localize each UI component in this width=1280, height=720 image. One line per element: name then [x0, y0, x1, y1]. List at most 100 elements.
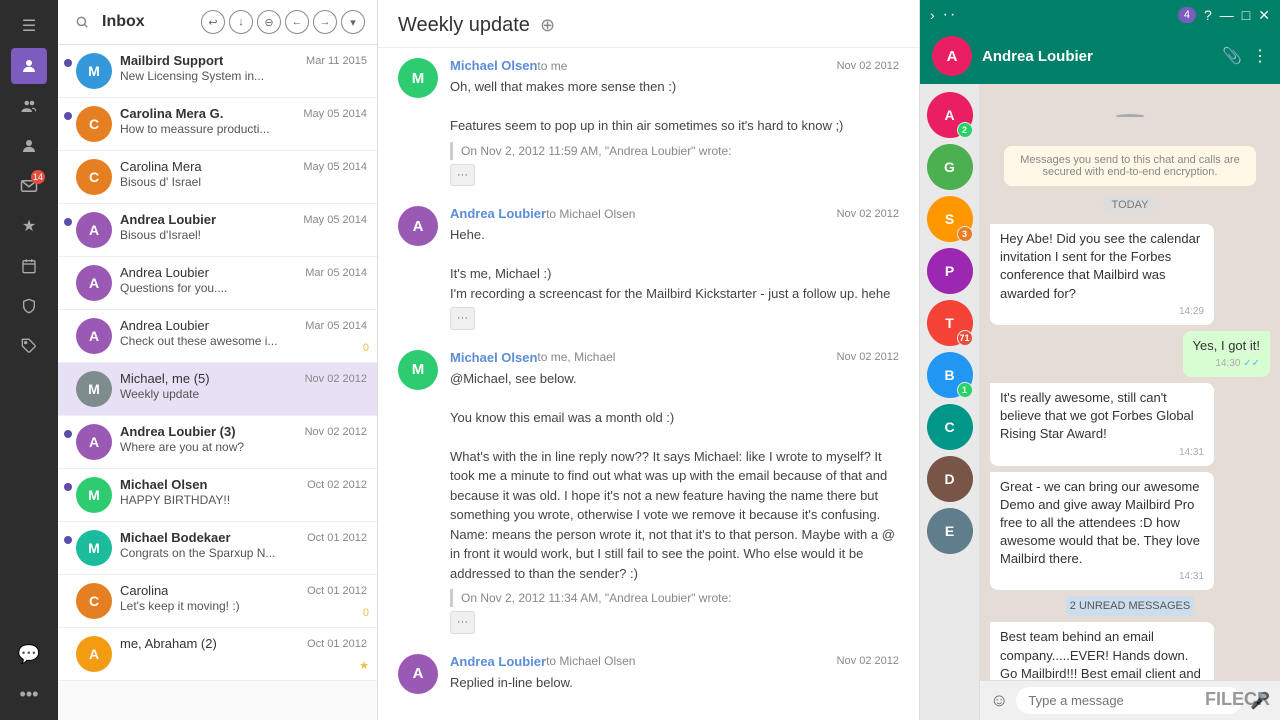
email-subject: HAPPY BIRTHDAY!! [120, 493, 367, 507]
loading-spinner [1114, 114, 1146, 120]
email-list-item[interactable]: A me, Abraham (2) Oct 01 2012 ★ [58, 628, 377, 681]
calendar-icon[interactable] [11, 248, 47, 284]
email-subject: Bisous d' Israel [120, 175, 367, 189]
email-content: Mailbird Support Mar 11 2015 New Licensi… [120, 53, 367, 83]
email-list: M Mailbird Support Mar 11 2015 New Licen… [58, 45, 377, 720]
unread-divider: 2 UNREAD MESSAGES [1066, 596, 1194, 616]
chat-maximize-button[interactable]: □ [1242, 7, 1250, 23]
chat-top-bar: › ·· 4 ? — □ ✕ [920, 0, 1280, 30]
email-list-item[interactable]: C Carolina Mera G. May 05 2014 How to me… [58, 98, 377, 151]
avatar: M [76, 477, 112, 513]
bubble-text: Yes, I got it! [1193, 337, 1260, 355]
email-list-item[interactable]: M Michael Olsen Oct 02 2012 HAPPY BIRTHD… [58, 469, 377, 522]
tag-icon[interactable] [11, 328, 47, 364]
contacts-icon[interactable] [11, 48, 47, 84]
email-date: Mar 05 2014 [305, 320, 367, 332]
email-sender: Michael Bodekaer [120, 530, 231, 545]
menu-icon[interactable]: ☰ [11, 8, 47, 44]
msg-sender-name: Andrea Loubier [450, 654, 546, 669]
emoji-button[interactable]: ☺ [990, 690, 1008, 711]
chat-options-button[interactable]: ·· [943, 6, 958, 24]
dropdown-icon[interactable]: ▾ [341, 10, 365, 34]
email-list-panel: Inbox ↩ ↓ ⊖ ← → ▾ M Mailbird Support Mar… [58, 0, 378, 720]
email-sender: Andrea Loubier [120, 265, 209, 280]
more-icon[interactable]: ••• [11, 676, 47, 712]
email-list-item[interactable]: C Carolina Oct 01 2012 Let's keep it mov… [58, 575, 377, 628]
unread-dot [64, 218, 72, 226]
email-date: Mar 11 2015 [306, 55, 367, 67]
chat-contact-item[interactable]: A2 [927, 92, 973, 138]
date-divider: TODAY [1102, 196, 1159, 214]
email-list-item[interactable]: A Andrea Loubier Mar 05 2014 Questions f… [58, 257, 377, 310]
email-date: Oct 02 2012 [307, 479, 367, 491]
email-list-item[interactable]: C Carolina Mera May 05 2014 Bisous d' Is… [58, 151, 377, 204]
expand-button[interactable]: ··· [450, 164, 475, 187]
flag-indicator: 0 [363, 607, 369, 619]
groups-icon[interactable] [11, 88, 47, 124]
bubble-text: Hey Abe! Did you see the calendar invita… [1000, 230, 1204, 303]
email-list-header: Inbox ↩ ↓ ⊖ ← → ▾ [58, 0, 377, 45]
msg-avatar: A [398, 206, 438, 246]
email-list-item[interactable]: M Michael Bodekaer Oct 01 2012 Congrats … [58, 522, 377, 575]
msg-to: to me, Michael [537, 350, 615, 364]
unread-dot [64, 112, 72, 120]
mail-badge: 14 [31, 170, 45, 184]
email-list-item[interactable]: A Andrea Loubier (3) Nov 02 2012 Where a… [58, 416, 377, 469]
chat-expand-button[interactable]: › [930, 7, 935, 23]
email-date: Nov 02 2012 [305, 373, 367, 385]
email-date: May 05 2014 [303, 161, 367, 173]
forward-icon[interactable]: → [313, 10, 337, 34]
email-top-row: Carolina Mera G. May 05 2014 [120, 106, 367, 121]
chat-contact-item[interactable]: S3 [927, 196, 973, 242]
star-icon[interactable]: ★ [11, 208, 47, 244]
chat-contact-item[interactable]: D [927, 456, 973, 502]
chat-contact-item[interactable]: T71 [927, 300, 973, 346]
email-list-item[interactable]: A Andrea Loubier Mar 05 2014 Check out t… [58, 310, 377, 363]
email-list-item[interactable]: A Andrea Loubier May 05 2014 Bisous d'Is… [58, 204, 377, 257]
mail-icon[interactable]: 14 [11, 168, 47, 204]
chat-contact-item[interactable]: E [927, 508, 973, 554]
chat-menu-button[interactable]: ⋮ [1252, 46, 1268, 66]
chat-close-button[interactable]: ✕ [1258, 7, 1270, 24]
chat-attach-button[interactable]: 📎 [1222, 46, 1242, 66]
chat-input-bar: ☺ 🎤 [980, 680, 1280, 720]
email-subject: Where are you at now? [120, 440, 367, 454]
avatar: A [76, 318, 112, 354]
email-list-item[interactable]: M Mailbird Support Mar 11 2015 New Licen… [58, 45, 377, 98]
whatsapp-icon[interactable]: 💬 [11, 636, 47, 672]
archive-icon[interactable]: ⊖ [257, 10, 281, 34]
shield-icon[interactable] [11, 288, 47, 324]
msg-sender-name: Michael Olsen [450, 350, 537, 365]
back-icon[interactable]: ← [285, 10, 309, 34]
message-block: M Michael Olsen to me Nov 02 2012 Oh, we… [398, 58, 899, 186]
unread-dot [64, 59, 72, 67]
mic-button[interactable]: 🎤 [1250, 691, 1270, 711]
person-icon[interactable] [11, 128, 47, 164]
expand-button[interactable]: ··· [450, 307, 475, 330]
email-content: Andrea Loubier May 05 2014 Bisous d'Isra… [120, 212, 367, 242]
chat-contact-item[interactable]: G [927, 144, 973, 190]
email-quote: On Nov 2, 2012 11:59 AM, "Andrea Loubier… [450, 142, 899, 160]
bubble-time: 14:29 [1000, 305, 1204, 319]
chat-contact-item[interactable]: C [927, 404, 973, 450]
compose-icon[interactable]: ↩ [201, 10, 225, 34]
email-sender: Andrea Loubier (3) [120, 424, 236, 439]
chat-contact-name: Andrea Loubier [982, 48, 1212, 65]
email-subject: Bisous d'Israel! [120, 228, 367, 242]
email-top-row: Michael, me (5) Nov 02 2012 [120, 371, 367, 386]
chat-contact-item[interactable]: B1 [927, 352, 973, 398]
email-list-item[interactable]: M Michael, me (5) Nov 02 2012 Weekly upd… [58, 363, 377, 416]
add-tag-button[interactable]: ⊕ [540, 15, 555, 36]
avatar: C [76, 583, 112, 619]
email-sender: Carolina [120, 583, 168, 598]
chat-contact-item[interactable]: P [927, 248, 973, 294]
avatar: A [76, 212, 112, 248]
toolbar-icons: ↩ ↓ ⊖ ← → ▾ [201, 10, 365, 34]
chat-minimize-button[interactable]: — [1220, 7, 1234, 23]
search-button[interactable] [70, 10, 94, 34]
email-detail-title: Weekly update [398, 14, 530, 37]
chat-message-input[interactable] [1016, 687, 1242, 714]
chat-help-button[interactable]: ? [1204, 7, 1212, 23]
download-icon[interactable]: ↓ [229, 10, 253, 34]
expand-button[interactable]: ··· [450, 611, 475, 634]
